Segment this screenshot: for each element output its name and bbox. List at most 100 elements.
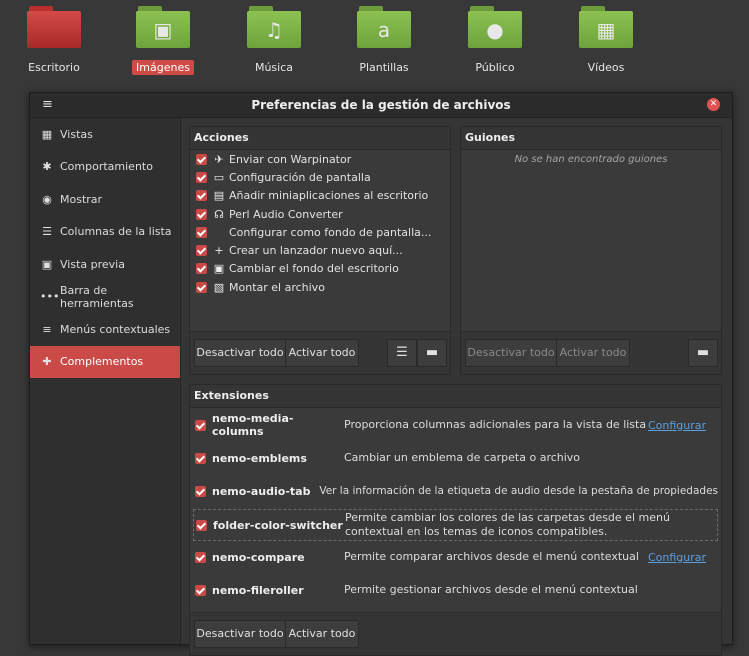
checkbox[interactable] [196,171,207,183]
guiones-footer: Desactivar todo Activar todo ▬ [461,331,721,374]
pictures-folder-icon: ▣ [136,6,190,48]
list-item[interactable]: ▭ Configuración de pantalla [190,168,450,186]
sidebar-item-label: Columnas de la lista [60,225,172,239]
folder-label: Vídeos [587,61,625,74]
list-item[interactable]: ▤ Añadir miniaplicaciones al escritorio [190,187,450,205]
configure-link[interactable]: Configurar [648,551,718,564]
acciones-disable-all-button[interactable]: Desactivar todo [194,339,286,367]
extension-description: Permite cambiar los colores de las carpe… [345,511,670,538]
sidebar-item-menus-contextuales[interactable]: ≡ Menús contextuales [30,313,180,346]
guiones-list: No se han encontrado guiones [461,150,721,332]
guiones-header: Guiones [461,127,721,150]
eye-icon: ◉ [42,192,52,206]
music-folder-icon: ♫ [247,6,301,48]
close-icon[interactable]: ✕ [707,98,720,111]
sidebar-item-label: Barra de herramientas [60,283,134,310]
list-item[interactable]: ☊ Perl Audio Converter [190,205,450,223]
public-folder-icon: ● [468,6,522,48]
extension-name: folder-color-switcher [213,518,343,532]
table-row[interactable]: nemo-media-columns Proporciona columnas … [193,410,718,440]
action-label: Montar el archivo [229,280,325,294]
checkbox[interactable] [196,226,207,238]
desktop-folder-escritorio[interactable]: Escritorio [9,6,99,75]
extensiones-list: nemo-media-columns Proporciona columnas … [190,408,721,613]
desktop-folder-videos[interactable]: ▦ Vídeos [561,6,651,75]
menu-lines-icon: ≡ [42,322,52,336]
audio-converter-icon: ☊ [214,207,224,221]
extension-description: Permite gestionar archivos desde el menú… [344,583,638,596]
desktop-folder-musica[interactable]: ♫ Música [229,6,319,75]
table-row[interactable]: nemo-emblems Cambiar un emblema de carpe… [193,443,718,473]
folder-icon[interactable]: ▬ [417,339,447,367]
checkbox[interactable] [196,281,207,293]
list-item[interactable]: ▧ Montar el archivo [190,278,450,296]
extension-description: Permite comparar archivos desde el menú … [344,550,639,563]
table-row[interactable]: nemo-fileroller Permite gestionar archiv… [193,575,718,605]
puzzle-icon: ✚ [42,355,52,369]
extensiones-header: Extensiones [190,385,721,408]
checkbox[interactable] [195,584,206,596]
action-label: Crear un lanzador nuevo aquí... [229,244,403,258]
sidebar-item-barra-herramientas[interactable]: ••• Barra de herramientas [30,281,180,314]
wallpaper-icon: ▣ [213,262,225,276]
checkbox[interactable] [195,452,206,464]
acciones-header: Acciones [190,127,450,150]
display-icon: ▭ [213,170,225,184]
extensiones-footer: Desactivar todo Activar todo [190,612,721,655]
extension-name: nemo-fileroller [212,583,304,597]
table-row[interactable]: folder-color-switcher Permite cambiar lo… [193,509,718,541]
desktop: Escritorio ▣ Imágenes ♫ Música a Plantil… [0,0,749,90]
list-item[interactable]: ▣ Cambiar el fondo del escritorio [190,260,450,278]
checkbox[interactable] [196,263,207,275]
extension-description: Ver la información de la etiqueta de aud… [319,485,718,497]
sidebar-item-vistas[interactable]: ▦ Vistas [30,118,180,151]
checkbox[interactable] [196,153,207,165]
desktop-folder-plantillas[interactable]: a Plantillas [339,6,429,75]
checkbox[interactable] [195,419,206,431]
list-item[interactable]: Configurar como fondo de pantalla... [190,223,450,241]
checkbox[interactable] [196,190,207,202]
acciones-panel: Acciones ✈ Enviar con Warpinator ▭ Configu… [189,126,451,375]
action-label: Configurar como fondo de pantalla... [229,225,432,239]
mount-icon: ▧ [213,280,225,294]
extensiones-panel: Extensiones nemo-media-columns Proporcio… [189,384,722,656]
extension-name: nemo-compare [212,550,305,564]
extensiones-enable-all-button[interactable]: Activar todo [285,620,359,648]
configure-link[interactable]: Configurar [648,419,718,432]
guiones-disable-all-button[interactable]: Desactivar todo [465,339,557,367]
folder-label: Plantillas [359,61,409,74]
desktop-folder-imagenes[interactable]: ▣ Imágenes [118,6,208,75]
sidebar-item-mostrar[interactable]: ◉ Mostrar [30,183,180,216]
sidebar-item-label: Vistas [60,127,93,141]
list-item[interactable]: + Crear un lanzador nuevo aquí... [190,241,450,259]
acciones-footer: Desactivar todo Activar todo ☰ ▬ [190,331,450,374]
checkbox[interactable] [195,551,206,563]
warpinator-icon: ✈ [214,152,224,166]
checkbox[interactable] [196,245,207,257]
list-view-icon[interactable]: ☰ [387,339,417,367]
list-item[interactable]: ✈ Enviar con Warpinator [190,150,450,168]
checkbox[interactable] [195,485,206,497]
extension-name: nemo-emblems [212,451,307,465]
image-icon: ▣ [41,257,53,271]
sidebar-item-vista-previa[interactable]: ▣ Vista previa [30,248,180,281]
sidebar-item-comportamiento[interactable]: ✱ Comportamiento [30,151,180,184]
sidebar-item-label: Comportamiento [60,160,153,174]
acciones-enable-all-button[interactable]: Activar todo [285,339,359,367]
desktop-folder-publico[interactable]: ● Público [450,6,540,75]
dots-icon: ••• [40,290,60,304]
sidebar-item-complementos[interactable]: ✚ Complementos [30,345,180,378]
table-row[interactable]: nemo-audio-tab Ver la información de la … [193,476,718,506]
preferences-window: ≡ Preferencias de la gestión de archivos… [29,92,733,656]
sidebar-item-label: Vista previa [60,257,125,271]
extensiones-disable-all-button[interactable]: Desactivar todo [194,620,286,648]
guiones-enable-all-button[interactable]: Activar todo [556,339,630,367]
folder-label: Público [475,61,515,74]
checkbox[interactable] [196,208,207,220]
table-row[interactable]: nemo-compare Permite comparar archivos d… [193,542,718,572]
sidebar-item-columnas[interactable]: ☰ Columnas de la lista [30,216,180,249]
applet-icon: ▤ [213,189,225,203]
folder-icon[interactable]: ▬ [688,339,718,367]
checkbox[interactable] [196,519,207,531]
content-area: Acciones ✈ Enviar con Warpinator ▭ Configu… [181,118,732,656]
